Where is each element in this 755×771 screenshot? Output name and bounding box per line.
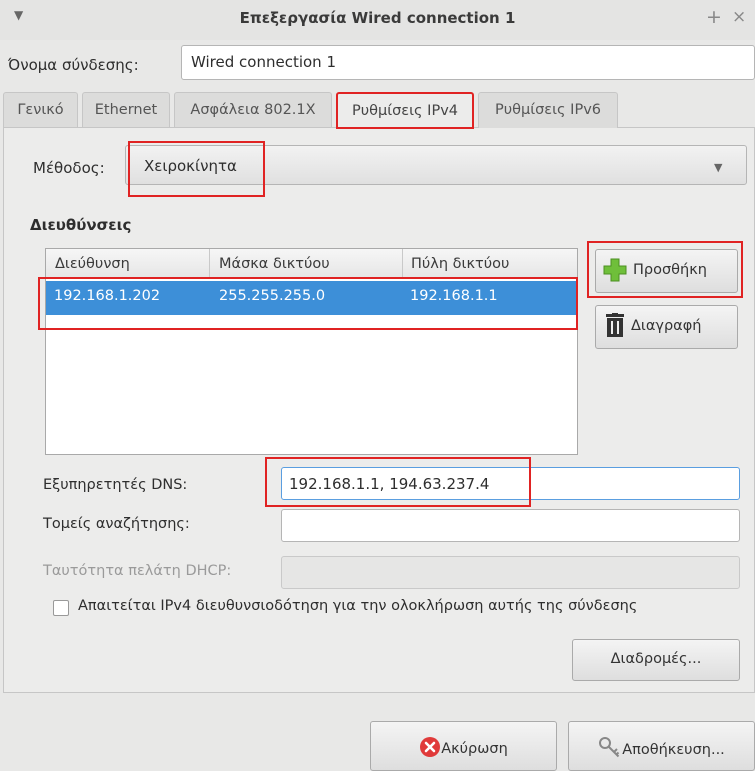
add-highlight-box bbox=[587, 241, 743, 298]
column-header-gateway[interactable]: Πύλη δικτύου bbox=[411, 256, 509, 272]
require-ipv4-checkbox[interactable] bbox=[53, 600, 69, 616]
connection-name-label: Όνομα σύνδεσης: bbox=[8, 56, 139, 74]
cancel-icon bbox=[420, 737, 441, 757]
tab-security-8021x[interactable]: Ασφάλεια 802.1X bbox=[174, 92, 332, 128]
dhcp-client-id-label: Ταυτότητα πελάτη DHCP: bbox=[43, 563, 232, 579]
search-domains-input[interactable] bbox=[281, 509, 740, 542]
window-title: Επεξεργασία Wired connection 1 bbox=[239, 9, 516, 27]
keys-icon bbox=[599, 737, 620, 758]
dropdown-arrow-icon: ▼ bbox=[714, 161, 723, 174]
dhcp-client-id-input bbox=[281, 556, 740, 589]
column-separator bbox=[209, 249, 210, 279]
require-ipv4-label[interactable]: Απαιτείται IPv4 διευθυνσιοδότηση για την… bbox=[78, 598, 637, 614]
trash-icon bbox=[606, 313, 624, 337]
method-highlight-box bbox=[128, 141, 265, 197]
cancel-button-label: Ακύρωση bbox=[441, 741, 508, 757]
routes-button[interactable]: Διαδρομές... bbox=[572, 639, 740, 681]
save-button-label: Αποθήκευση... bbox=[622, 742, 725, 758]
column-separator bbox=[402, 249, 403, 279]
tab-ethernet[interactable]: Ethernet bbox=[82, 92, 170, 128]
tab-general[interactable]: Γενικό bbox=[3, 92, 78, 128]
addresses-heading: Διευθύνσεις bbox=[30, 216, 132, 234]
close-icon[interactable]: × bbox=[732, 7, 746, 27]
row-highlight-box bbox=[38, 277, 578, 330]
dns-highlight-box bbox=[265, 457, 531, 507]
save-button[interactable]: Αποθήκευση... bbox=[568, 721, 755, 771]
search-domains-label: Τομείς αναζήτησης: bbox=[43, 516, 190, 532]
connection-name-input[interactable]: Wired connection 1 bbox=[181, 45, 755, 80]
method-label: Μέθοδος: bbox=[33, 159, 105, 177]
plus-icon[interactable]: + bbox=[706, 6, 722, 28]
tab-ipv4-settings[interactable]: Ρυθμίσεις IPv4 bbox=[336, 92, 474, 129]
tab-ipv6-settings[interactable]: Ρυθμίσεις IPv6 bbox=[478, 92, 618, 128]
column-header-netmask[interactable]: Μάσκα δικτύου bbox=[219, 256, 330, 272]
dns-servers-label: Εξυπηρετητές DNS: bbox=[43, 477, 188, 493]
cancel-button[interactable]: Ακύρωση bbox=[370, 721, 557, 771]
column-header-address[interactable]: Διεύθυνση bbox=[55, 256, 130, 272]
